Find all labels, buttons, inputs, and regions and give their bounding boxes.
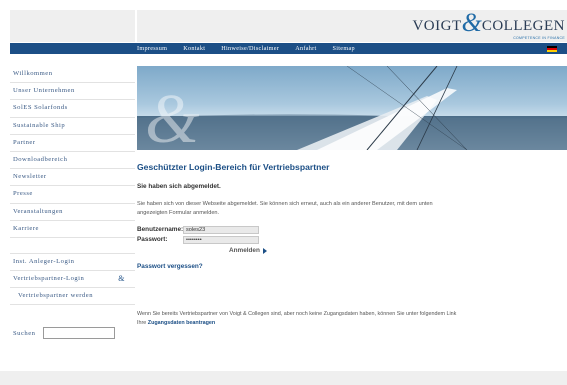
page-title: Geschützter Login-Bereich für Vertriebsp… bbox=[137, 162, 330, 172]
logout-message: Sie haben sich von dieser Webseite abgem… bbox=[137, 201, 433, 216]
forgot-password-link[interactable]: Passwort vergessen? bbox=[137, 263, 457, 270]
sidebar-item-anleger-login[interactable]: Inst. Anleger-Login bbox=[10, 254, 135, 272]
login-form: Benutzername: soles23 Passwort: ••••••••… bbox=[137, 225, 457, 254]
nav-item-kontakt[interactable]: Kontakt bbox=[183, 45, 205, 52]
sidebar-item-solarfonds[interactable]: SolES Solarfonds bbox=[10, 100, 135, 118]
sidebar-item-downloadbereich[interactable]: Downloadbereich bbox=[10, 152, 135, 170]
nav-item-anfahrt[interactable]: Anfahrt bbox=[295, 45, 316, 52]
password-input[interactable]: •••••••• bbox=[183, 235, 259, 244]
username-label: Benutzername: bbox=[137, 226, 184, 234]
logo-text-left: VOIGT bbox=[412, 18, 462, 34]
username-input[interactable]: soles23 bbox=[183, 225, 259, 234]
access-note: Wenn Sie bereits Vertriebspartner von Vo… bbox=[137, 310, 457, 327]
sidebar-item-veranstaltungen[interactable]: Veranstaltungen bbox=[10, 204, 135, 221]
footer-bar bbox=[0, 371, 567, 385]
sailboat-image: & bbox=[137, 66, 567, 150]
nav-item-sitemap[interactable]: Sitemap bbox=[333, 45, 355, 52]
sidebar-spacer bbox=[10, 238, 135, 254]
login-button-label: Anmelden bbox=[229, 247, 260, 255]
svg-text:&: & bbox=[145, 81, 200, 150]
header-left-panel bbox=[10, 10, 135, 42]
sidebar-item-karriere[interactable]: Karriere bbox=[10, 221, 135, 238]
active-ampersand-icon: & bbox=[118, 274, 125, 284]
username-row: Benutzername: soles23 bbox=[137, 225, 457, 234]
sidebar-item-partner[interactable]: Partner bbox=[10, 135, 135, 152]
login-content: Geschützter Login-Bereich für Vertriebsp… bbox=[137, 162, 457, 327]
sidebar-item-vertriebspartner-login[interactable]: Vertriebspartner-Login & bbox=[10, 271, 135, 289]
sidebar-item-vertriebspartner-werden[interactable]: Vertriebspartner werden bbox=[10, 288, 135, 306]
top-navigation: Impressum Kontakt Hinweise/Disclaimer An… bbox=[10, 43, 567, 54]
password-label: Passwort: bbox=[137, 236, 168, 244]
password-row: Passwort: •••••••• bbox=[137, 235, 457, 244]
sidebar-item-sustainable-ship[interactable]: Sustainable Ship bbox=[10, 118, 135, 135]
logo-ampersand: & bbox=[461, 8, 482, 37]
header-banner: VOIGT & COLLEGEN COMPETENCE IN FINANCE bbox=[137, 10, 567, 42]
logout-status: Sie haben sich abgemeldet. bbox=[137, 183, 221, 190]
sidebar-item-unternehmen[interactable]: Unser Unternehmen bbox=[10, 83, 135, 101]
login-button[interactable]: Anmelden bbox=[229, 247, 457, 254]
search-input[interactable] bbox=[43, 327, 116, 339]
nav-item-impressum[interactable]: Impressum bbox=[137, 45, 167, 52]
logo-text-right: COLLEGEN bbox=[481, 18, 565, 34]
company-logo[interactable]: VOIGT & COLLEGEN COMPETENCE IN FINANCE bbox=[412, 8, 565, 41]
sidebar-item-willkommen[interactable]: Willkommen bbox=[10, 66, 135, 84]
search-box: Suchen bbox=[13, 327, 116, 339]
request-access-link[interactable]: Zugangsdaten beantragen bbox=[148, 320, 215, 326]
nav-item-disclaimer[interactable]: Hinweise/Disclaimer bbox=[221, 45, 279, 52]
sidebar-item-presse[interactable]: Presse bbox=[10, 186, 135, 204]
german-flag-icon[interactable] bbox=[547, 46, 557, 52]
logo-tagline: COMPETENCE IN FINANCE bbox=[513, 36, 565, 40]
arrow-right-icon bbox=[262, 247, 267, 254]
sidebar-item-newsletter[interactable]: Newsletter bbox=[10, 169, 135, 187]
hero-sailing-image: & bbox=[137, 66, 567, 150]
search-label: Suchen bbox=[13, 329, 36, 337]
sidebar-navigation: Willkommen Unser Unternehmen SolES Solar… bbox=[10, 66, 135, 306]
nav-menu: Impressum Kontakt Hinweise/Disclaimer An… bbox=[137, 43, 371, 54]
sidebar-item-vertriebspartner-login-label: Vertriebspartner-Login bbox=[13, 275, 85, 283]
